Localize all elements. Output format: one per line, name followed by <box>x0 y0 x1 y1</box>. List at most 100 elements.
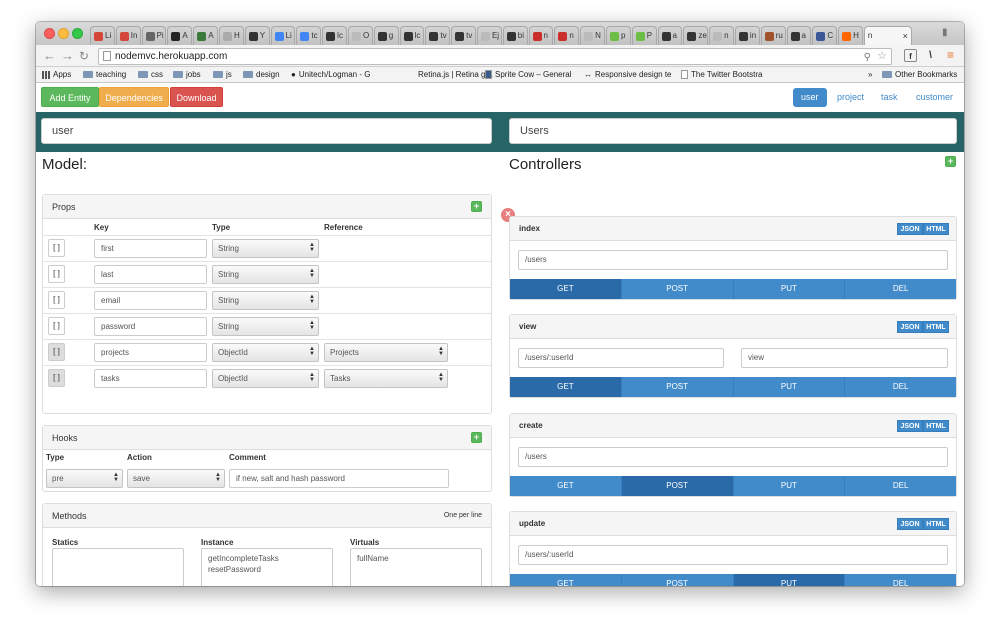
address-bar[interactable]: nodemvc.herokuapp.com ⚲ ☆ <box>98 48 892 65</box>
menu-icon[interactable]: ≡ <box>944 49 957 62</box>
method-get-button[interactable]: GET <box>510 574 622 586</box>
method-post-button[interactable]: POST <box>621 377 734 397</box>
json-format-button[interactable]: JSON <box>897 420 923 432</box>
array-toggle-button[interactable]: [ ] <box>48 369 65 387</box>
browser-tab[interactable]: tv <box>451 26 476 45</box>
method-get-button[interactable]: GET <box>510 377 622 397</box>
more-bookmarks-chevron[interactable]: » <box>868 67 872 82</box>
entity-pill-project[interactable]: project <box>829 88 872 107</box>
prop-type-select[interactable]: ObjectId ▲ ▼ <box>212 369 319 388</box>
json-format-button[interactable]: JSON <box>897 223 923 235</box>
browser-tab[interactable]: N <box>580 26 605 45</box>
method-put-button[interactable]: PUT <box>733 574 846 586</box>
browser-tab[interactable]: Y <box>244 26 270 45</box>
html-format-button[interactable]: HTML <box>923 420 949 432</box>
zoom-window-button[interactable] <box>72 28 83 39</box>
prop-key-input[interactable]: first <box>94 239 207 258</box>
method-get-button[interactable]: GET <box>510 279 622 299</box>
close-tab-icon[interactable]: × <box>903 27 908 45</box>
bookmark-star-icon[interactable]: ☆ <box>877 49 887 64</box>
bookmark-sprite-cow[interactable]: Sprite Cow – General <box>485 67 571 82</box>
download-button[interactable]: Download <box>170 87 223 107</box>
person-icon[interactable]: ▮ <box>942 27 956 39</box>
bookmark-design[interactable]: design <box>243 67 280 82</box>
reload-icon[interactable]: ↻ <box>79 48 89 64</box>
extension-slash-icon[interactable]: \ <box>924 49 937 62</box>
browser-tab[interactable]: tv <box>425 26 451 45</box>
browser-tab[interactable]: a <box>786 26 812 45</box>
bookmark-jobs[interactable]: jobs <box>173 67 201 82</box>
instance-textarea[interactable]: getIncompleteTasks resetPassword <box>201 548 333 586</box>
method-post-button[interactable]: POST <box>621 279 734 299</box>
prop-key-input[interactable]: email <box>94 291 207 310</box>
browser-tab[interactable]: g <box>373 26 399 45</box>
browser-tab[interactable]: p <box>605 26 631 45</box>
entity-pill-task[interactable]: task <box>873 88 906 107</box>
browser-tab[interactable]: H <box>218 26 244 45</box>
method-put-button[interactable]: PUT <box>733 476 846 496</box>
browser-tab[interactable]: C <box>812 26 838 45</box>
method-post-button[interactable]: POST <box>621 574 734 586</box>
browser-tab[interactable]: n <box>709 26 734 45</box>
bookmark-css[interactable]: css <box>138 67 163 82</box>
back-arrow-icon[interactable]: ← <box>43 48 56 64</box>
model-name-input[interactable]: user <box>41 118 492 144</box>
statics-textarea[interactable] <box>52 548 184 586</box>
bookmark-other[interactable]: Other Bookmarks <box>882 67 957 82</box>
array-toggle-button[interactable]: [ ] <box>48 265 65 283</box>
bookmark-bootstrap[interactable]: The Twitter Bootstra <box>681 67 762 82</box>
method-get-button[interactable]: GET <box>510 476 622 496</box>
minimize-window-button[interactable] <box>58 28 69 39</box>
prop-key-input[interactable]: projects <box>94 343 207 362</box>
browser-tab[interactable]: lc <box>399 26 425 45</box>
html-format-button[interactable]: HTML <box>923 321 949 333</box>
json-format-button[interactable]: JSON <box>897 518 923 530</box>
prop-type-select[interactable]: String ▲ ▼ <box>212 265 319 284</box>
method-put-button[interactable]: PUT <box>733 279 846 299</box>
method-post-button[interactable]: POST <box>621 476 734 496</box>
browser-tab[interactable]: Li <box>90 26 115 45</box>
prop-type-select[interactable]: ObjectId ▲ ▼ <box>212 343 319 362</box>
browser-tab[interactable]: Li <box>270 26 296 45</box>
browser-tab-active[interactable]: n × <box>863 26 912 45</box>
html-format-button[interactable]: HTML <box>923 518 949 530</box>
bookmark-js[interactable]: js <box>213 67 232 82</box>
prop-key-input[interactable]: password <box>94 317 207 336</box>
controller-name-input[interactable]: Users <box>509 118 957 144</box>
extension-f-icon[interactable]: f <box>904 49 917 62</box>
method-del-button[interactable]: DEL <box>845 377 956 397</box>
view-input[interactable]: view <box>741 348 948 368</box>
browser-tab[interactable]: tc <box>296 26 322 45</box>
prop-reference-select[interactable]: Projects ▲ ▼ <box>324 343 448 362</box>
json-format-button[interactable]: JSON <box>897 321 923 333</box>
route-input[interactable]: /users/:userId <box>518 545 948 565</box>
browser-tab[interactable]: ze <box>683 26 709 45</box>
prop-key-input[interactable]: last <box>94 265 207 284</box>
entity-pill-customer[interactable]: customer <box>908 88 961 107</box>
browser-tab[interactable]: Ej <box>476 26 502 45</box>
virtuals-textarea[interactable]: fullName <box>350 548 482 586</box>
browser-tab[interactable]: A <box>167 26 193 45</box>
bookmark-responsive[interactable]: ↔ Responsive design te <box>584 67 672 82</box>
forward-arrow-icon[interactable]: → <box>61 48 74 64</box>
browser-tab[interactable]: ru <box>760 26 786 45</box>
html-format-button[interactable]: HTML <box>923 223 949 235</box>
browser-tab[interactable]: n <box>554 26 580 45</box>
method-del-button[interactable]: DEL <box>845 476 956 496</box>
method-del-button[interactable]: DEL <box>845 279 956 299</box>
browser-tab[interactable]: bi <box>502 26 528 45</box>
prop-type-select[interactable]: String ▲ ▼ <box>212 317 319 336</box>
add-prop-button[interactable]: + <box>471 201 482 212</box>
search-icon[interactable]: ⚲ <box>864 50 871 65</box>
bookmark-apps[interactable]: Apps <box>42 67 71 82</box>
add-entity-button[interactable]: Add Entity <box>41 87 99 107</box>
close-window-button[interactable] <box>44 28 55 39</box>
add-controller-button[interactable]: + <box>945 156 956 167</box>
browser-tab[interactable]: a <box>657 26 683 45</box>
array-toggle-button[interactable]: [ ] <box>48 291 65 309</box>
bookmark-unitech[interactable]: ● Unitech/Logman - G <box>291 67 370 82</box>
browser-tab[interactable]: Pi <box>141 26 167 45</box>
hook-action-select[interactable]: save ▲ ▼ <box>127 469 225 488</box>
array-toggle-button[interactable]: [ ] <box>48 317 65 335</box>
hook-comment-input[interactable]: if new, salt and hash password <box>229 469 449 488</box>
